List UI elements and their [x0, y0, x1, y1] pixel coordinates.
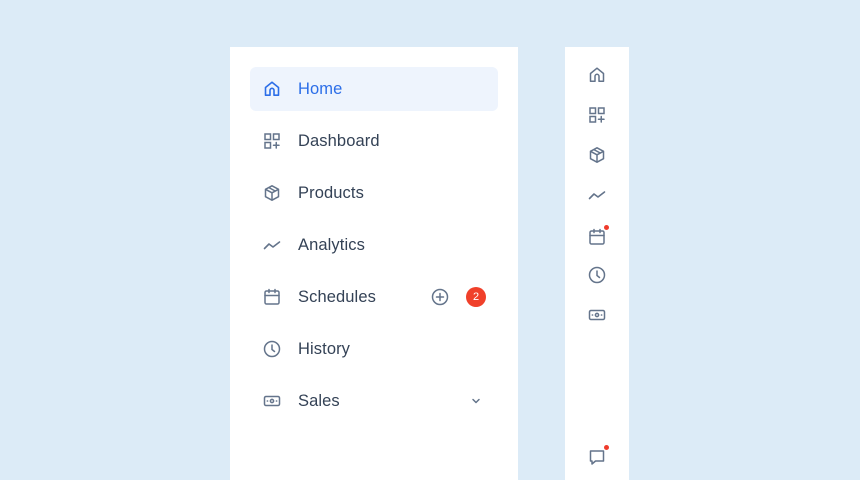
rail-item-dashboard[interactable] [587, 105, 607, 130]
plus-circle-icon[interactable] [430, 287, 450, 307]
rail-item-schedules[interactable] [587, 225, 609, 247]
sidebar-item-sales[interactable]: Sales [250, 379, 498, 423]
clock-icon [262, 339, 282, 359]
sidebar-collapsed [565, 47, 629, 480]
sidebar-item-history[interactable]: History [250, 327, 498, 371]
sidebar-item-analytics[interactable]: Analytics [250, 223, 498, 267]
clock-icon [587, 265, 607, 290]
money-icon [587, 305, 607, 330]
sidebar-expanded: Home Dashboard Products Analytics Schedu… [230, 47, 518, 480]
box-icon [262, 183, 282, 203]
rail-item-home[interactable] [587, 65, 607, 90]
grid-plus-icon [587, 105, 607, 130]
rail-item-messages[interactable] [587, 445, 609, 467]
sidebar-item-label: Home [298, 79, 343, 98]
sidebar-item-dashboard[interactable]: Dashboard [250, 119, 498, 163]
sidebar-item-label: Dashboard [298, 131, 380, 150]
rail-item-analytics[interactable] [587, 187, 607, 207]
rail-item-history[interactable] [587, 265, 607, 290]
trend-icon [262, 235, 282, 255]
calendar-icon [262, 287, 282, 307]
chevron-down-icon[interactable] [468, 393, 484, 409]
sidebar-item-label: Sales [298, 391, 340, 410]
notification-badge: 2 [466, 287, 486, 307]
box-icon [587, 145, 607, 170]
sidebar-item-label: History [298, 339, 351, 358]
notification-dot [604, 225, 609, 230]
trend-icon [587, 185, 607, 210]
home-icon [587, 65, 607, 90]
sidebar-item-products[interactable]: Products [250, 171, 498, 215]
rail-item-sales[interactable] [587, 307, 607, 327]
sidebar-item-home[interactable]: Home [250, 67, 498, 111]
calendar-icon [587, 225, 609, 247]
sidebar-item-label: Products [298, 183, 364, 202]
sidebar-item-schedules[interactable]: Schedules 2 [250, 275, 498, 319]
sidebar-item-label: Analytics [298, 235, 365, 254]
notification-dot [604, 445, 609, 450]
sidebar-item-label: Schedules [298, 287, 376, 306]
grid-plus-icon [262, 131, 282, 151]
home-icon [262, 79, 282, 99]
money-icon [262, 391, 282, 411]
rail-item-products[interactable] [587, 145, 607, 170]
message-icon [587, 445, 609, 467]
